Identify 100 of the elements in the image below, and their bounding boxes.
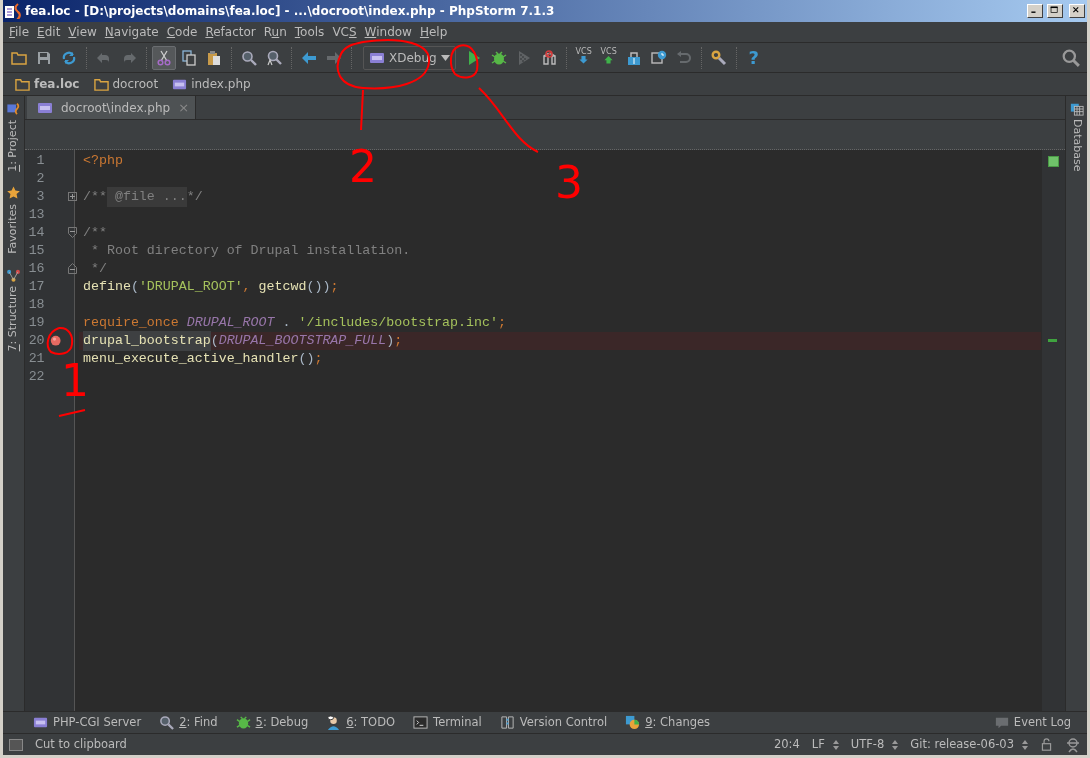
side-tool-button[interactable]: Database [1068,102,1085,172]
code-token: /** [83,224,107,243]
floppy-icon [36,49,52,66]
code-token: DRUPAL_BOOTSTRAP_FULL [218,332,387,351]
menu-item[interactable]: File [5,23,34,41]
folder-icon [93,76,109,92]
close-button[interactable] [1069,4,1085,18]
line-number: 15 [27,242,45,261]
person-icon [326,715,342,730]
code-token: ( [130,278,139,297]
maximize-button[interactable] [1047,4,1063,18]
version-control-icon [499,715,515,730]
search-icon [1062,48,1080,67]
line-number: 22 [27,368,45,387]
minimize-button[interactable] [1027,4,1043,18]
code-token: DRUPAL_ROOT [186,314,275,333]
menu-item[interactable]: Window [360,23,416,41]
code-token: ; [314,350,323,369]
menu-item[interactable]: Code [162,23,202,41]
tool-window-button[interactable]: 6: TODO [326,713,396,732]
changes-icon [625,715,641,730]
folded-code[interactable]: @file ... [106,187,187,207]
inspector-icon [1065,736,1081,753]
database-icon [1069,102,1084,116]
folder-icon [15,76,30,92]
side-tool-button[interactable]: Favorites [5,185,22,254]
fold-marker-icon[interactable] [68,227,77,238]
tool-window-button[interactable]: Version Control [499,713,608,732]
caret-icon [440,54,450,61]
revert-icon [675,49,692,66]
php-file-icon [33,715,48,730]
fold-marker-icon[interactable] [68,191,77,202]
encoding-selector[interactable]: UTF-8 [850,735,899,754]
line-number: 2 [35,170,45,189]
git-branch-selector[interactable]: Git: release-06-03 [910,735,1028,754]
cut-button[interactable] [152,45,176,70]
line-number: 1 [35,152,45,171]
code-token: menu_execute_active_handler [83,350,299,367]
copy-icon [181,49,197,66]
line-number: 19 [27,314,45,333]
up-arrow-icon [603,56,615,67]
annotation-line [58,409,86,417]
help-button[interactable]: ? [741,45,766,70]
code-token: require_once [83,314,180,333]
inspection-ok-icon [1048,156,1059,167]
caret-position[interactable]: 20:4 [773,735,800,754]
code-token: , [242,278,252,297]
tool-window-button[interactable]: 5: Debug [235,713,309,732]
editor-tab[interactable]: docroot\index.php × [27,96,197,119]
line-number: 17 [27,278,45,297]
tool-window-button[interactable]: Terminal [413,713,482,732]
search-icon [159,715,175,730]
menu-item[interactable]: VCS [328,23,361,41]
code-token: ( [210,332,219,351]
breadcrumb[interactable]: index.php [168,75,261,93]
sync-icon [61,49,77,66]
menu-item[interactable]: View [64,23,101,41]
annotation-line [478,87,539,153]
line-number: 3 [35,188,45,207]
annotation-line [360,89,364,131]
line-separator-selector[interactable]: LF [811,735,839,754]
code-token: . [281,314,292,333]
code-token: */ [186,188,203,207]
side-tool-button[interactable]: 7: Structure [5,267,22,351]
menu-item[interactable]: Navigate [100,23,163,41]
tool-window-button[interactable]: 9: Changes [625,713,711,732]
replace-icon [266,49,282,66]
line-number: 18 [27,296,45,315]
code-token: () [298,350,315,369]
vcs-commit-button[interactable]: VCS [596,45,621,70]
menu-item[interactable]: Run [259,23,291,41]
menu-item[interactable]: Tools [290,23,329,41]
breadcrumb[interactable]: docroot [89,75,169,93]
fold-marker-icon[interactable] [68,263,77,274]
status-message: Cut to clipboard [35,735,127,753]
code-token: ; [330,278,339,297]
menu-item[interactable]: Help [415,23,452,41]
window-title: fea.loc - [D:\projects\domains\fea.loc] - ...\docroot\index.php - PhpStorm 7.1.3 [25,3,556,20]
structure-icon [6,267,21,282]
annotation-number: 2 [349,141,377,192]
line-number: 13 [27,206,45,225]
menu-item[interactable]: Refactor [201,23,260,41]
status-toggle-icon[interactable] [9,738,23,751]
vcs-update-button[interactable]: VCS [571,45,596,70]
speech-bubble-icon [994,715,1009,730]
event-log-button[interactable]: Event Log [994,713,1071,732]
side-tool-button[interactable]: 1: Project [5,102,22,172]
phone-icon [540,49,557,66]
tool-window-button[interactable]: PHP-CGI Server [33,713,142,732]
history-icon [650,49,667,66]
breadcrumb[interactable]: fea.loc [11,75,90,93]
code-token: ; [394,332,403,351]
code-token: <?php [83,152,123,171]
scissors-icon [156,49,172,66]
bug-icon [235,715,251,730]
tool-window-button[interactable]: 2: Find [159,713,218,732]
clipboard-icon [206,49,222,66]
code-token: getcwd [258,278,307,297]
menu-item[interactable]: Edit [33,23,65,41]
wrench-icon [710,49,727,66]
